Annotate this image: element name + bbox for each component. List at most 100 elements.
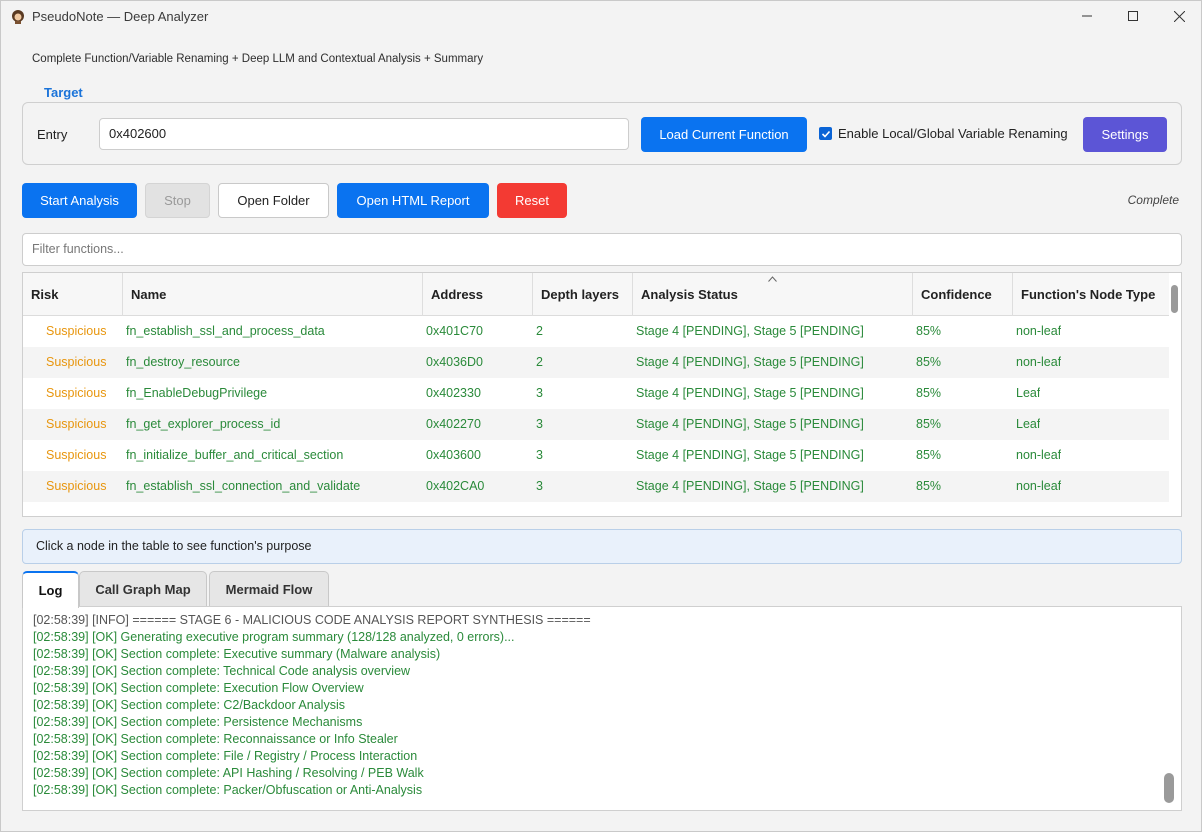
cell-confidence: 85% [916, 448, 942, 462]
cell-node-type: non-leaf [1016, 355, 1062, 369]
column-header-address[interactable]: Address [423, 273, 533, 316]
cell-status: Stage 4 [PENDING], Stage 5 [PENDING] [636, 448, 864, 462]
target-group-label: Target [44, 85, 83, 100]
entry-label: Entry [37, 127, 68, 142]
log-line: [02:58:39] [OK] Section complete: Execut… [33, 647, 441, 661]
table-row[interactable]: Suspicious fn_destroy_resource 0x4036D0 … [23, 347, 1169, 378]
cell-risk: Suspicious [46, 324, 107, 338]
cell-address: 0x402CA0 [426, 479, 485, 493]
sort-caret-icon [768, 274, 777, 284]
cell-node-type: non-leaf [1016, 448, 1062, 462]
cell-confidence: 85% [916, 479, 942, 493]
app-window: PseudoNote — Deep Analyzer Complete Func… [0, 0, 1202, 832]
minimize-icon [1082, 15, 1092, 17]
cell-risk: Suspicious [46, 417, 107, 431]
variable-renaming-toggle[interactable]: Enable Local/Global Variable Renaming [819, 126, 1068, 141]
table-row[interactable]: Suspicious fn_EnableDebugPrivilege 0x402… [23, 378, 1169, 409]
open-html-report-button[interactable]: Open HTML Report [337, 183, 489, 218]
log-line: [02:58:39] [INFO] ====== STAGE 6 - MALIC… [33, 613, 591, 627]
cell-address: 0x401C70 [426, 324, 483, 338]
start-analysis-button[interactable]: Start Analysis [22, 183, 137, 218]
cell-address: 0x402270 [426, 417, 481, 431]
maximize-icon [1128, 11, 1138, 21]
log-line: [02:58:39] [OK] Section complete: Packer… [33, 783, 423, 797]
cell-name: fn_establish_ssl_and_process_data [126, 324, 325, 338]
column-header-name[interactable]: Name [123, 273, 423, 316]
cell-confidence: 85% [916, 355, 942, 369]
cell-status: Stage 4 [PENDING], Stage 5 [PENDING] [636, 479, 864, 493]
column-header-confidence[interactable]: Confidence [913, 273, 1013, 316]
entry-input[interactable]: 0x402600 [99, 118, 629, 150]
app-logo-icon [10, 9, 26, 25]
settings-button[interactable]: Settings [1083, 117, 1167, 152]
load-current-function-button[interactable]: Load Current Function [641, 117, 807, 152]
table-row[interactable]: Suspicious fn_get_explorer_process_id 0x… [23, 409, 1169, 440]
tab-call-graph-map[interactable]: Call Graph Map [79, 571, 207, 607]
open-folder-button[interactable]: Open Folder [218, 183, 329, 218]
window-subtitle: Complete Function/Variable Renaming + De… [32, 53, 484, 65]
analysis-status-text: Complete [1127, 193, 1179, 207]
log-line: [02:58:39] [OK] Section complete: C2/Bac… [33, 698, 345, 712]
cell-depth: 2 [536, 355, 543, 369]
reset-button[interactable]: Reset [497, 183, 567, 218]
column-header-risk[interactable]: Risk [23, 273, 123, 316]
table-row[interactable]: Suspicious fn_establish_ssl_connection_a… [23, 471, 1169, 502]
table-header: Risk Name Address Depth layers Analysis … [23, 273, 1169, 316]
cell-status: Stage 4 [PENDING], Stage 5 [PENDING] [636, 324, 864, 338]
cell-depth: 3 [536, 448, 543, 462]
title-bar: PseudoNote — Deep Analyzer [1, 1, 1201, 33]
cell-name: fn_destroy_resource [126, 355, 240, 369]
cell-confidence: 85% [916, 324, 942, 338]
cell-risk: Suspicious [46, 479, 107, 493]
function-purpose-info-bar: Click a node in the table to see functio… [22, 529, 1182, 564]
close-icon [1173, 10, 1185, 22]
cell-confidence: 85% [916, 417, 942, 431]
column-header-depth[interactable]: Depth layers [533, 273, 633, 316]
tab-mermaid-flow[interactable]: Mermaid Flow [209, 571, 329, 607]
cell-node-type: Leaf [1016, 386, 1041, 400]
log-line: [02:58:39] [OK] Section complete: API Ha… [33, 766, 424, 780]
cell-name: fn_EnableDebugPrivilege [126, 386, 268, 400]
cell-status: Stage 4 [PENDING], Stage 5 [PENDING] [636, 386, 864, 400]
cell-confidence: 85% [916, 386, 942, 400]
stop-button[interactable]: Stop [145, 183, 210, 218]
table-row[interactable]: Suspicious fn_initialize_buffer_and_crit… [23, 440, 1169, 471]
column-header-node-type[interactable]: Function's Node Type [1013, 273, 1169, 316]
cell-depth: 3 [536, 417, 543, 431]
log-line: [02:58:39] [OK] Generating executive pro… [33, 630, 515, 644]
log-line: [02:58:39] [OK] Section complete: File /… [33, 749, 418, 763]
cell-name: fn_establish_ssl_connection_and_validate [126, 479, 361, 493]
cell-risk: Suspicious [46, 386, 107, 400]
maximize-button[interactable] [1110, 1, 1156, 31]
table-scrollbar[interactable] [1171, 285, 1178, 313]
cell-depth: 3 [536, 386, 543, 400]
cell-depth: 3 [536, 479, 543, 493]
log-panel[interactable]: [02:58:39] [INFO] ====== STAGE 6 - MALIC… [22, 606, 1182, 811]
cell-risk: Suspicious [46, 355, 107, 369]
checkbox-checked-icon[interactable] [819, 127, 832, 140]
cell-node-type: Leaf [1016, 417, 1041, 431]
cell-depth: 2 [536, 324, 543, 338]
minimize-button[interactable] [1064, 1, 1110, 31]
cell-status: Stage 4 [PENDING], Stage 5 [PENDING] [636, 355, 864, 369]
cell-risk: Suspicious [46, 448, 107, 462]
log-line: [02:58:39] [OK] Section complete: Reconn… [33, 732, 398, 746]
cell-node-type: non-leaf [1016, 324, 1062, 338]
log-line: [02:58:39] [OK] Section complete: Persis… [33, 715, 363, 729]
variable-renaming-label: Enable Local/Global Variable Renaming [838, 126, 1068, 141]
cell-address: 0x403600 [426, 448, 481, 462]
window-title: PseudoNote — Deep Analyzer [32, 9, 209, 24]
cell-status: Stage 4 [PENDING], Stage 5 [PENDING] [636, 417, 864, 431]
cell-address: 0x402330 [426, 386, 481, 400]
cell-address: 0x4036D0 [426, 355, 483, 369]
tab-log[interactable]: Log [22, 571, 79, 608]
filter-functions-input[interactable]: Filter functions... [22, 233, 1182, 266]
log-line: [02:58:39] [OK] Section complete: Techni… [33, 664, 411, 678]
close-button[interactable] [1156, 1, 1201, 31]
log-scrollbar[interactable] [1164, 773, 1174, 803]
table-row[interactable]: Suspicious fn_establish_ssl_and_process_… [23, 316, 1169, 347]
log-line: [02:58:39] [OK] Section complete: Execut… [33, 681, 364, 695]
cell-node-type: non-leaf [1016, 479, 1062, 493]
cell-name: fn_get_explorer_process_id [126, 417, 281, 431]
functions-table[interactable]: Risk Name Address Depth layers Analysis … [22, 272, 1182, 517]
